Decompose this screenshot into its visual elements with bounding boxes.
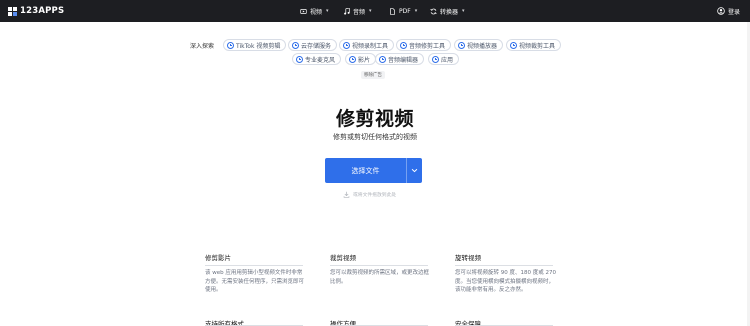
convert-icon — [430, 8, 437, 14]
nav-audio-label: 音频 — [353, 8, 366, 16]
plus-circle-icon — [379, 55, 386, 63]
plus-circle-icon — [510, 41, 517, 49]
document-icon — [390, 7, 395, 15]
logo-icon — [8, 6, 17, 16]
explore-chip-label: 音频修剪工具 — [409, 42, 446, 50]
feature-title: 裁剪视频 — [330, 254, 356, 262]
plus-circle-icon — [349, 55, 356, 63]
feature-title: 修剪影片 — [205, 254, 231, 262]
explore-chip-label: 云存储服务 — [301, 42, 332, 50]
chevron-down-icon: ▾ — [462, 8, 465, 14]
plus-circle-icon — [400, 41, 407, 49]
explore-chip-label: 音频编辑器 — [388, 56, 419, 64]
plus-circle-icon — [296, 55, 303, 63]
plus-circle-icon — [292, 41, 299, 49]
explore-chip[interactable]: 云存储服务 — [288, 39, 338, 51]
nav-video-label: 视频 — [310, 8, 323, 16]
nav-audio[interactable]: 音频 ▾ — [343, 0, 372, 22]
explore-chip-label: 视频录制工具 — [352, 42, 389, 50]
plus-circle-icon — [458, 41, 465, 49]
explore-chip[interactable]: 音频修剪工具 — [396, 39, 452, 51]
video-icon — [300, 8, 307, 14]
explore-chip[interactable]: TikTok 视频剪辑 — [223, 39, 287, 51]
explore-chip[interactable]: 音频编辑器 — [375, 53, 425, 65]
plus-circle-icon — [432, 55, 439, 63]
nav-converter-label: 转换器 — [440, 8, 459, 16]
feature-divider — [330, 265, 428, 266]
explore-chip-label: 视频裁剪工具 — [519, 42, 556, 50]
drop-hint: 或将文件拖放到此处 — [343, 191, 396, 198]
explore-chip[interactable]: 视频播放器 — [454, 39, 504, 51]
feature-text: 该 web 应用用剪辑小型视频文件时非常方便。无需安装任何程序，只需浏览即可使用… — [205, 270, 305, 294]
explore-chip-label: 应用 — [441, 56, 454, 64]
music-note-icon — [344, 7, 350, 15]
source-dropdown-toggle[interactable] — [407, 158, 422, 183]
login-label: 登录 — [727, 8, 740, 16]
feature-text: 您可以将视频旋转 90 度、180 度或 270 度。当您使用横向模式拍摄横向视… — [455, 270, 556, 294]
explore-label: 深入探索 — [190, 43, 215, 50]
chevron-down-icon: ▾ — [414, 8, 418, 14]
choose-file-button[interactable]: 选择文件 — [325, 158, 422, 183]
explore-chip-label: 专业麦克风 — [305, 56, 336, 64]
nav-pdf[interactable]: PDF ▾ — [389, 0, 417, 22]
chevron-down-icon: ▾ — [326, 8, 329, 14]
choose-file-label[interactable]: 选择文件 — [325, 158, 406, 183]
explore-chip[interactable]: 影片 — [345, 53, 377, 65]
explore-chip[interactable]: 视频裁剪工具 — [506, 39, 562, 51]
chevron-down-icon — [411, 168, 418, 173]
explore-chip-label: 影片 — [358, 56, 371, 64]
login-button[interactable]: 登录 — [717, 0, 740, 22]
feature-text: 您可以裁剪视频的所需区域，或更改边框比例。 — [330, 270, 430, 285]
user-icon — [717, 7, 725, 15]
plus-circle-icon — [227, 41, 234, 49]
nav-converter[interactable]: 转换器 ▾ — [430, 0, 465, 22]
logo[interactable]: 123APPS — [8, 5, 64, 17]
feature-divider — [455, 265, 553, 266]
remove-ad-button[interactable]: 移除广告 — [361, 71, 385, 79]
explore-chip-label: TikTok 视频剪辑 — [236, 42, 281, 50]
explore-chip[interactable]: 视频录制工具 — [339, 39, 395, 51]
page-title: 修剪视频 — [335, 108, 414, 130]
page-subtitle: 修剪或剪切任何格式的视频 — [333, 133, 417, 141]
feature-divider — [205, 265, 303, 266]
logo-text: 123APPS — [20, 6, 65, 16]
top-bar: 123APPS 视频 ▾ 音频 ▾ PDF ▾ 转换器 ▾ 登录 — [0, 0, 750, 22]
plus-circle-icon — [343, 41, 350, 49]
feature-title: 旋转视频 — [455, 254, 481, 262]
nav-pdf-label: PDF — [399, 7, 411, 15]
explore-chip[interactable]: 应用 — [428, 53, 460, 65]
explore-chip-label: 视频播放器 — [467, 42, 498, 50]
drop-hint-text: 或将文件拖放到此处 — [353, 193, 397, 198]
nav-video[interactable]: 视频 ▾ — [300, 0, 329, 22]
download-icon — [343, 191, 350, 198]
explore-chip[interactable]: 专业麦克风 — [292, 53, 342, 65]
chevron-down-icon: ▾ — [369, 8, 372, 14]
